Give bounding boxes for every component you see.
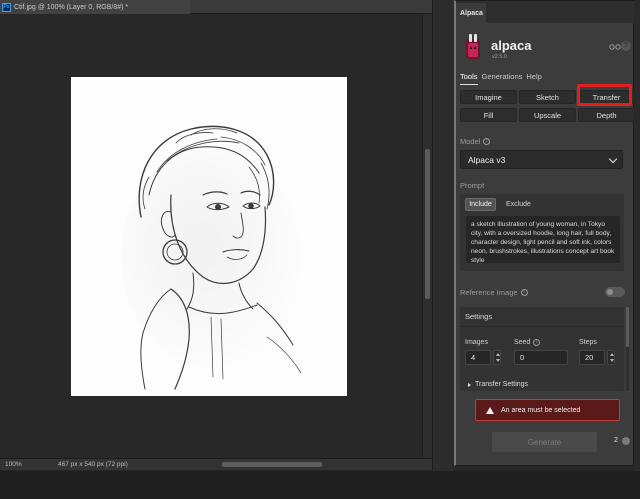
model-dropdown[interactable]: Alpaca v3 bbox=[460, 150, 623, 169]
document-size: 467 px x 540 px (72 ppi) bbox=[58, 461, 128, 468]
model-dropdown-value: Alpaca v3 bbox=[468, 154, 506, 165]
help-icon[interactable]: ? bbox=[621, 41, 631, 51]
model-label-text: Model bbox=[460, 137, 481, 146]
fill-button[interactable]: Fill bbox=[460, 108, 517, 122]
prompt-box: Include Exclude a sketch illustration of… bbox=[460, 194, 624, 271]
document-tab-title: Ctif.jpg @ 100% (Layer 0, RGB/8#) * bbox=[14, 3, 129, 11]
settings-panel: Settings Images 4 Seed i 0 Steps 20 Tran… bbox=[460, 307, 624, 391]
transfer-settings-label: Transfer Settings bbox=[475, 381, 529, 388]
info-icon[interactable]: i bbox=[483, 138, 491, 145]
tab-tools[interactable]: Tools bbox=[460, 72, 478, 85]
tab-generations[interactable]: Generations bbox=[482, 72, 523, 85]
credits-icon bbox=[622, 437, 630, 445]
prompt-label: Prompt bbox=[460, 181, 485, 190]
panel-dock-strip bbox=[432, 0, 454, 471]
include-tab[interactable]: Include bbox=[465, 198, 496, 211]
info-icon[interactable]: i bbox=[533, 339, 541, 346]
chevron-down-icon bbox=[608, 154, 618, 164]
sketch-portrait-image bbox=[71, 77, 347, 396]
panel-tab-alpaca[interactable]: Alpaca bbox=[456, 3, 486, 23]
settings-scrollbar-thumb[interactable] bbox=[626, 307, 629, 347]
panel-nav-tabs: Tools Generations Help bbox=[460, 72, 542, 85]
chevron-right-icon bbox=[468, 382, 471, 387]
horizontal-scrollbar-thumb[interactable] bbox=[222, 462, 322, 467]
toggle-knob bbox=[607, 289, 613, 295]
info-icon[interactable]: i bbox=[520, 289, 528, 296]
panel-dock-edge bbox=[634, 0, 640, 471]
images-label: Images bbox=[465, 339, 488, 346]
settings-header[interactable]: Settings bbox=[460, 307, 624, 327]
tab-help[interactable]: Help bbox=[526, 72, 541, 85]
seed-input[interactable]: 0 bbox=[514, 350, 568, 365]
photoshop-icon: Ps bbox=[2, 2, 11, 12]
zoom-level[interactable]: 100% bbox=[0, 461, 32, 468]
vertical-scrollbar[interactable] bbox=[422, 14, 432, 458]
canvas-area[interactable] bbox=[0, 14, 422, 458]
upscale-button[interactable]: Upscale bbox=[519, 108, 576, 122]
reference-image-label: Reference Image i bbox=[460, 288, 528, 297]
transfer-settings-expander[interactable]: Transfer Settings bbox=[468, 381, 528, 388]
credits-count: 2 bbox=[614, 437, 618, 444]
app-title: alpaca bbox=[491, 38, 532, 53]
document-canvas[interactable] bbox=[71, 77, 347, 396]
alert-banner: An area must be selected bbox=[475, 399, 620, 421]
depth-button[interactable]: Depth bbox=[578, 108, 635, 122]
alpaca-logo-icon bbox=[466, 34, 480, 59]
reference-image-toggle[interactable] bbox=[605, 287, 625, 297]
alert-text: An area must be selected bbox=[501, 406, 581, 414]
status-bar: 100% 467 px x 540 px (72 ppi) bbox=[0, 458, 432, 470]
vertical-scrollbar-thumb[interactable] bbox=[425, 149, 430, 299]
generate-button[interactable]: Generate bbox=[492, 432, 597, 452]
images-input[interactable]: 4 bbox=[465, 350, 491, 365]
images-stepper[interactable] bbox=[493, 350, 501, 365]
sketch-button[interactable]: Sketch bbox=[519, 90, 576, 104]
steps-label: Steps bbox=[579, 339, 597, 346]
seed-label: Seed i bbox=[514, 339, 541, 346]
document-tab[interactable]: Ps Ctif.jpg @ 100% (Layer 0, RGB/8#) * bbox=[0, 0, 190, 14]
workspace-background bbox=[0, 471, 640, 499]
warning-icon bbox=[486, 406, 494, 414]
panel-tab-bar: Alpaca bbox=[456, 1, 634, 23]
transfer-highlight-box bbox=[577, 84, 632, 106]
app-version: v2.5.0 bbox=[492, 54, 507, 60]
settings-scrollbar[interactable] bbox=[626, 307, 629, 391]
imagine-button[interactable]: Imagine bbox=[460, 90, 517, 104]
exclude-tab[interactable]: Exclude bbox=[506, 201, 531, 208]
seed-label-text: Seed bbox=[514, 339, 531, 346]
steps-stepper[interactable] bbox=[607, 350, 615, 365]
link-icon[interactable] bbox=[609, 44, 621, 50]
document-tab-bar: Ps Ctif.jpg @ 100% (Layer 0, RGB/8#) * bbox=[0, 0, 434, 14]
prompt-textarea[interactable]: a sketch illustration of young woman, in… bbox=[466, 216, 620, 263]
alpaca-panel: Alpaca alpaca v2.5.0 ? Tools Generations… bbox=[454, 0, 635, 466]
reference-image-label-text: Reference Image bbox=[460, 288, 518, 297]
steps-input[interactable]: 20 bbox=[579, 350, 605, 365]
model-label: Model i bbox=[460, 137, 491, 146]
